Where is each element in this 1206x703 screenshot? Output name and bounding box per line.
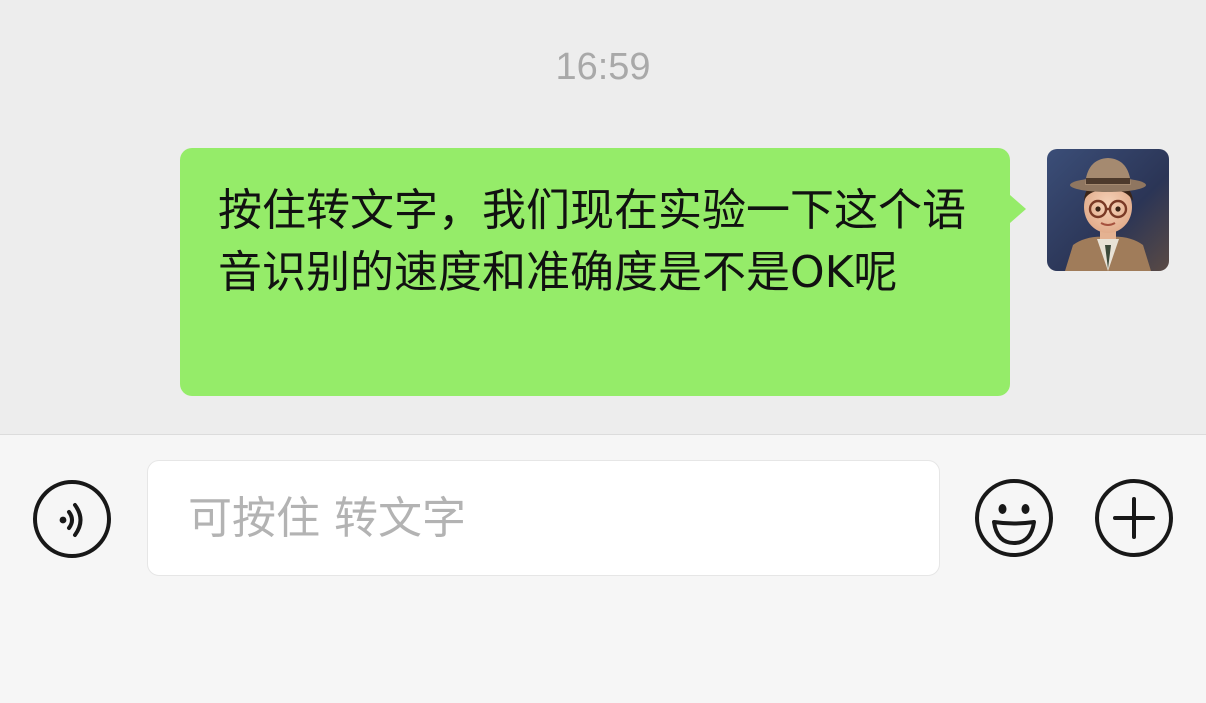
chat-area: 16:59 按住转文字，我们现在实验一下这个语音识别的速度和准确度是不是OK呢 (0, 0, 1206, 434)
plus-circle-icon (1095, 479, 1173, 557)
input-bar (0, 434, 1206, 703)
emoji-smile-icon (975, 479, 1053, 557)
more-actions-button[interactable] (1093, 477, 1175, 559)
message-timestamp: 16:59 (555, 46, 651, 88)
message-input[interactable] (147, 460, 940, 576)
avatar-icon (1047, 149, 1169, 271)
emoji-button[interactable] (973, 477, 1055, 559)
voice-icon (33, 480, 111, 558)
message-bubble[interactable]: 按住转文字，我们现在实验一下这个语音识别的速度和准确度是不是OK呢 (180, 148, 1026, 396)
user-avatar[interactable] (1047, 149, 1169, 271)
message-text: 按住转文字，我们现在实验一下这个语音识别的速度和准确度是不是OK呢 (218, 185, 966, 298)
voice-toggle-button[interactable] (32, 479, 112, 559)
